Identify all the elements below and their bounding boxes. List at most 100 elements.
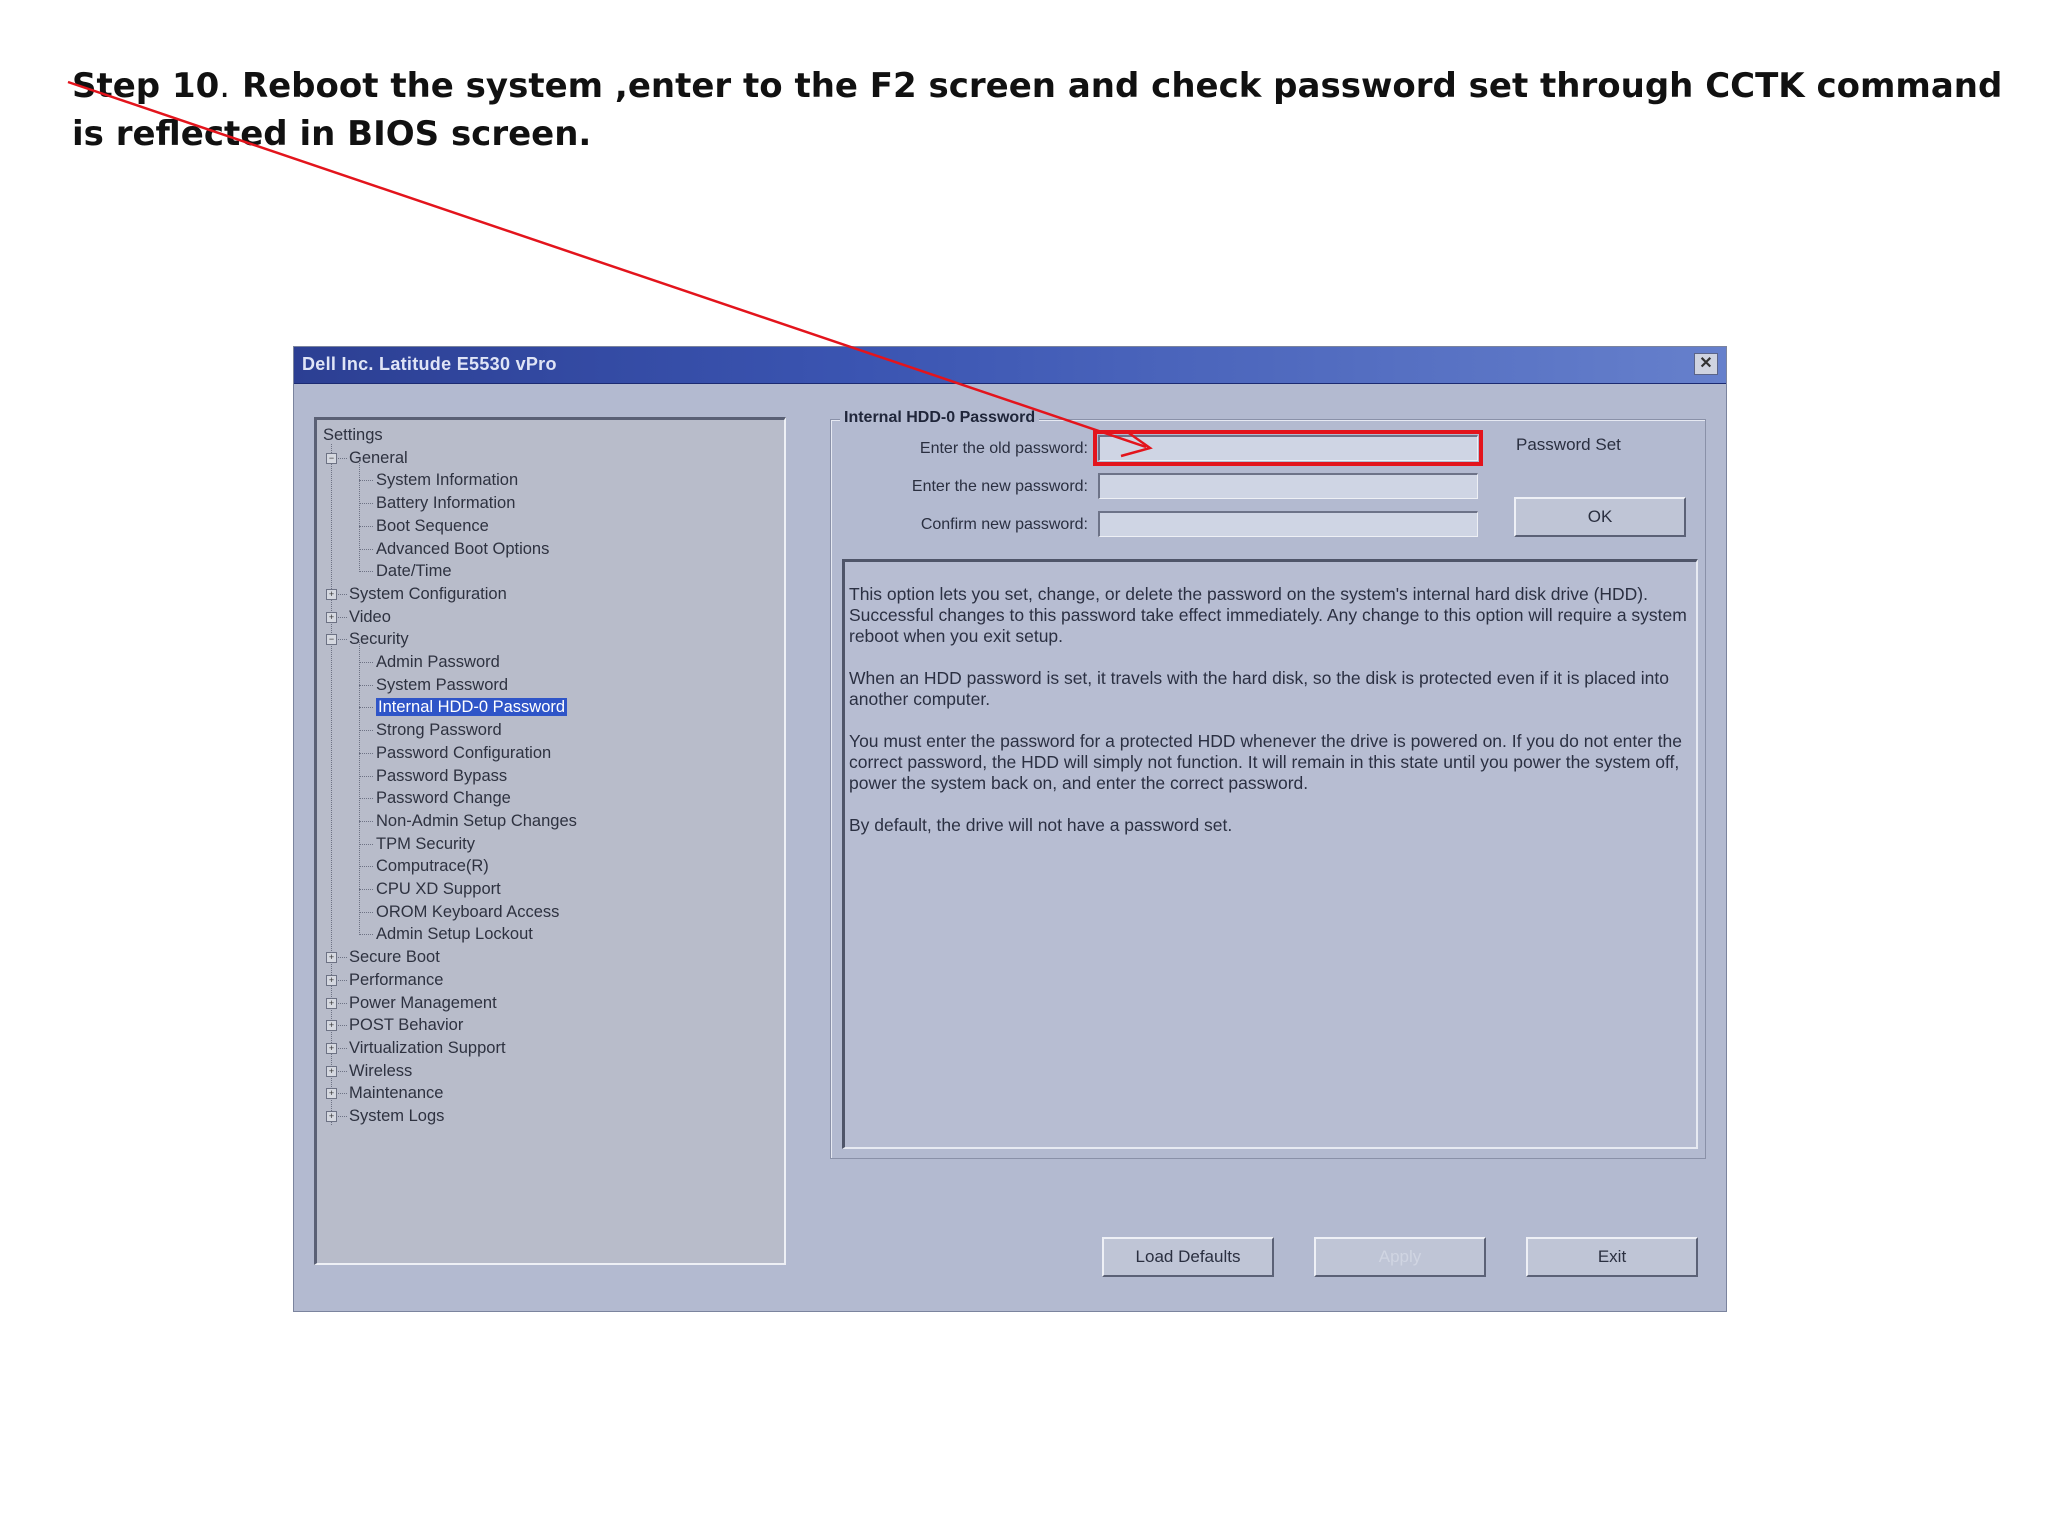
tree-item-internal-hdd-0-password[interactable]: Internal HDD-0 Password: [376, 696, 568, 718]
password-status: Password Set: [1516, 435, 1621, 454]
description-text-1b: Successful changes to this password take…: [849, 605, 1687, 646]
tree-branch-line: [359, 866, 373, 868]
tree-item-system-logs[interactable]: System Logs: [349, 1105, 444, 1127]
tree-item-secure-boot[interactable]: Secure Boot: [349, 946, 440, 968]
tree-item-label: Password Bypass: [376, 766, 508, 785]
tree-branch-line: [359, 934, 373, 936]
collapse-icon[interactable]: −: [326, 634, 337, 646]
tree-item-date-time[interactable]: Date/Time: [376, 560, 452, 582]
new-password-input[interactable]: [1098, 473, 1478, 499]
tree-item-label: Non-Admin Setup Changes: [376, 811, 577, 830]
tree-item-label: Secure Boot: [349, 948, 440, 967]
tree-item-system-password[interactable]: System Password: [376, 674, 508, 696]
expand-icon[interactable]: +: [326, 1088, 337, 1100]
close-button[interactable]: ✕: [1694, 353, 1718, 375]
tree-item-label: Strong Password: [376, 721, 502, 740]
tree-item-label: System Password: [376, 675, 509, 694]
tree-branch-line: [359, 662, 373, 663]
tree-branch-line: [359, 843, 373, 845]
tree-item-label: Password Configuration: [376, 743, 552, 762]
step-label: Step 10: [72, 66, 220, 106]
tree-item-admin-password[interactable]: Admin Password: [376, 651, 500, 673]
tree-item-label: System Information: [376, 471, 519, 490]
description-text-1a: This option lets you set, change, or del…: [849, 584, 1649, 604]
expand-icon[interactable]: +: [326, 1111, 337, 1122]
tree-item-label: Security: [349, 630, 409, 649]
tree-item-password-change[interactable]: Password Change: [376, 787, 511, 809]
old-password-label: Enter the old password:: [919, 440, 1088, 457]
ok-button[interactable]: OK: [1514, 497, 1686, 537]
tree-item-label: Maintenance: [349, 1084, 444, 1103]
tree-item-post-behavior[interactable]: POST Behavior: [349, 1014, 463, 1036]
expand-icon[interactable]: +: [326, 952, 337, 964]
tree-item-label: Admin Password: [376, 653, 500, 671]
tree-item-system-configuration[interactable]: System Configuration: [349, 583, 507, 605]
bios-setup-window: Dell Inc. Latitude E5530 vPro ✕ Settings…: [293, 346, 1727, 1312]
tree-branch-line: [359, 571, 373, 573]
tree-item-password-bypass[interactable]: Password Bypass: [376, 765, 507, 787]
tree-item-performance[interactable]: Performance: [349, 969, 443, 991]
tree-item-power-management[interactable]: Power Management: [349, 992, 497, 1014]
tree-item-maintenance[interactable]: Maintenance: [349, 1082, 443, 1104]
tree-guide-line: [359, 642, 360, 934]
close-icon: ✕: [1699, 355, 1713, 372]
step-dot: .: [219, 66, 231, 106]
tree-item-label: Power Management: [349, 993, 497, 1012]
expand-icon[interactable]: +: [326, 611, 337, 623]
old-password-input[interactable]: [1093, 430, 1483, 466]
password-group-title: Internal HDD-0 Password: [840, 409, 1040, 427]
confirm-password-input[interactable]: [1098, 511, 1478, 537]
tree-item-label: Date/Time: [376, 562, 452, 581]
window-title-bar: Dell Inc. Latitude E5530 vPro ✕: [294, 347, 1726, 384]
tree-item-label: System Configuration: [349, 584, 507, 603]
expand-icon[interactable]: +: [326, 997, 337, 1009]
collapse-icon[interactable]: −: [326, 452, 337, 464]
tree-item-cpu-xd-support[interactable]: CPU XD Support: [376, 878, 501, 900]
tree-item-admin-setup-lockout[interactable]: Admin Setup Lockout: [376, 923, 533, 945]
tree-branch-line: [359, 798, 373, 800]
tree-item-label: TPM Security: [376, 834, 476, 853]
tree-branch-line: [359, 730, 373, 732]
tree-branch-line: [359, 911, 373, 913]
tree-item-boot-sequence[interactable]: Boot Sequence: [376, 515, 489, 537]
expand-icon[interactable]: +: [326, 974, 337, 986]
load-defaults-button[interactable]: Load Defaults: [1102, 1237, 1274, 1277]
tree-item-orom-keyboard-access[interactable]: OROM Keyboard Access: [376, 901, 559, 923]
tree-item-label: Virtualization Support: [349, 1038, 506, 1057]
tree-item-strong-password[interactable]: Strong Password: [376, 719, 502, 741]
tree-item-label: Advanced Boot Options: [376, 539, 550, 558]
tree-branch-line: [359, 707, 373, 709]
expand-icon[interactable]: +: [326, 1042, 337, 1054]
tree-item-label: Admin Setup Lockout: [376, 925, 533, 944]
tree-item-label: OROM Keyboard Access: [376, 902, 560, 921]
tree-item-tpm-security[interactable]: TPM Security: [376, 833, 475, 855]
tree-item-advanced-boot-options[interactable]: Advanced Boot Options: [376, 538, 549, 560]
tree-item-label: Internal HDD-0 Password: [376, 698, 568, 717]
settings-tree: Settings General − System Information Batter…: [314, 417, 786, 1265]
description-panel: This option lets you set, change, or del…: [842, 559, 1698, 1149]
tree-root-settings[interactable]: Settings: [323, 424, 383, 446]
tree-item-virtualization-support[interactable]: Virtualization Support: [349, 1037, 506, 1059]
tree-item-label: Wireless: [349, 1061, 413, 1080]
tree-item-system-information[interactable]: System Information: [376, 469, 518, 491]
tree-branch-line: [359, 503, 373, 505]
tree-item-non-admin-setup-changes[interactable]: Non-Admin Setup Changes: [376, 810, 577, 832]
tree-item-password-configuration[interactable]: Password Configuration: [376, 742, 551, 764]
tree-branch-line: [359, 889, 373, 890]
description-paragraph-2: When an HDD password is set, it travels …: [849, 668, 1669, 709]
tree-item-computrace-r[interactable]: Computrace(R): [376, 855, 489, 877]
exit-button[interactable]: Exit: [1526, 1237, 1698, 1277]
expand-icon[interactable]: +: [326, 1020, 337, 1032]
tree-item-general[interactable]: General: [349, 447, 408, 469]
tree-item-battery-information[interactable]: Battery Information: [376, 492, 515, 514]
instruction-text: Step 10. Reboot the system ,enter to the…: [72, 62, 2012, 158]
tree-item-video[interactable]: Video: [349, 606, 391, 628]
expand-icon[interactable]: +: [326, 588, 337, 600]
tree-item-security[interactable]: Security: [349, 628, 409, 650]
apply-button[interactable]: Apply: [1314, 1237, 1486, 1277]
step-description: Reboot the system ,enter to the F2 scree…: [72, 66, 2003, 154]
tree-item-wireless[interactable]: Wireless: [349, 1060, 412, 1082]
expand-icon[interactable]: +: [326, 1065, 337, 1077]
tree-branch-line: [359, 548, 373, 550]
tree-item-label: Video: [349, 607, 391, 626]
